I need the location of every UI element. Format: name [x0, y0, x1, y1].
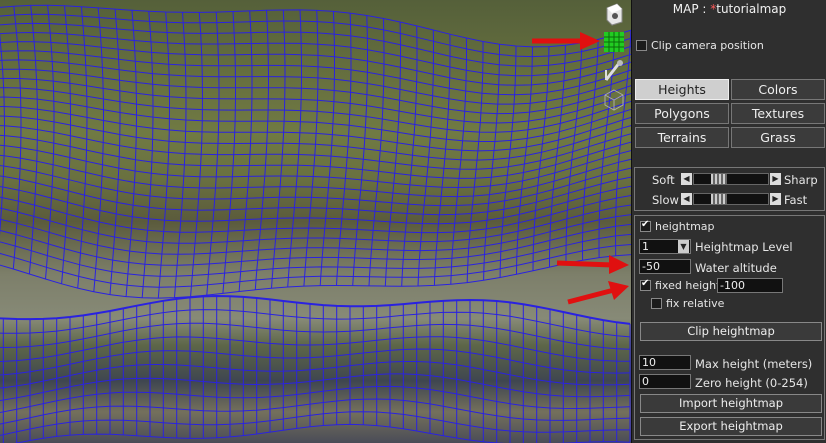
mesh-line — [450, 37, 467, 285]
mesh-line — [319, 11, 335, 286]
hardness-slider[interactable] — [693, 173, 769, 185]
fixed-height-checkbox[interactable] — [640, 278, 651, 291]
brush-icon[interactable] — [602, 58, 626, 82]
sharp-label: Sharp — [784, 173, 818, 187]
mesh-line — [352, 15, 368, 286]
mesh-line — [238, 10, 253, 292]
mode-button-textures[interactable]: Textures — [731, 103, 825, 124]
mesh-line — [174, 12, 187, 298]
speed-increase-button[interactable]: ▶ — [770, 193, 781, 205]
clip-camera-label: Clip camera position — [651, 39, 764, 52]
mesh-line — [384, 21, 401, 287]
fix-relative-label: fix relative — [666, 297, 725, 310]
mesh-line — [222, 11, 236, 294]
mesh-line — [0, 294, 631, 325]
mesh-line — [0, 77, 631, 124]
mesh-line — [14, 423, 631, 443]
chevron-down-icon[interactable]: ▼ — [678, 240, 689, 253]
mesh-line — [287, 9, 302, 288]
mesh-line — [516, 46, 533, 275]
cube-icon[interactable] — [602, 88, 626, 112]
heightmap-level-label: Heightmap Level — [695, 240, 793, 254]
fix-relative-checkbox[interactable] — [651, 298, 662, 309]
mesh-line — [417, 29, 434, 287]
map-name: tutorialmap — [716, 2, 787, 16]
mode-buttons: Heights Colors Polygons Textures Terrain… — [634, 76, 826, 150]
grid-icon[interactable] — [602, 30, 626, 54]
mesh-line — [0, 398, 631, 425]
mesh-line — [0, 175, 631, 216]
max-height-label: Max height (meters) — [695, 357, 813, 371]
clip-heightmap-button[interactable]: Clip heightmap — [640, 322, 822, 341]
mesh-line — [0, 87, 631, 133]
mesh-line — [0, 336, 631, 362]
water-altitude-label: Water altitude — [695, 261, 777, 275]
heightmap-level-select[interactable]: 1 ▼ — [639, 239, 691, 254]
speed-slider[interactable] — [693, 193, 769, 205]
slow-label: Slow — [652, 193, 679, 207]
mesh-line — [433, 34, 451, 286]
tool-strip — [598, 0, 631, 443]
annotation-arrow-grid — [532, 32, 600, 50]
mode-button-heights[interactable]: Heights — [635, 79, 729, 100]
mode-button-colors[interactable]: Colors — [731, 79, 825, 100]
hardness-decrease-button[interactable]: ◀ — [681, 173, 692, 185]
fix-relative-row[interactable]: fix relative — [651, 297, 724, 310]
mesh-line — [141, 11, 154, 298]
mesh-line — [93, 7, 104, 292]
export-heightmap-button[interactable]: Export heightmap — [640, 417, 822, 436]
camera-icon[interactable] — [602, 2, 626, 26]
mesh-line — [254, 10, 269, 290]
mode-button-polygons[interactable]: Polygons — [635, 103, 729, 124]
max-height-input[interactable]: 10 — [639, 355, 691, 370]
speed-slider-thumb[interactable] — [711, 194, 728, 204]
mesh-line — [271, 9, 286, 289]
mesh-line — [0, 154, 631, 198]
mesh-line — [303, 10, 319, 287]
fixed-height-label: fixed height — [655, 279, 721, 292]
wireframe-mesh — [0, 4, 631, 443]
fast-label: Fast — [784, 193, 808, 207]
heightmap-settings: heightmap 1 ▼ Heightmap Level -50 Water … — [634, 215, 825, 440]
terrain-viewport[interactable] — [0, 0, 631, 443]
title-prefix: MAP : — [672, 2, 711, 16]
mesh-line — [109, 9, 121, 295]
map-editor-panel: MAP : *tutorialmap Clip camera position … — [631, 0, 826, 443]
zero-height-label: Zero height (0-254) — [695, 376, 808, 390]
hardness-slider-thumb[interactable] — [711, 174, 728, 184]
heightmap-level-value: 1 — [642, 240, 649, 253]
mode-button-grass[interactable]: Grass — [731, 127, 825, 148]
mesh-line — [157, 11, 170, 299]
clip-camera-row[interactable]: Clip camera position — [636, 39, 764, 52]
brush-settings: Soft ◀ ▶ Sharp Slow ◀ ▶ Fast — [634, 167, 825, 211]
hardness-increase-button[interactable]: ▶ — [770, 173, 781, 185]
mesh-line — [0, 50, 631, 96]
water-altitude-input[interactable]: -50 — [639, 259, 691, 274]
panel-title: MAP : *tutorialmap — [632, 0, 826, 20]
mesh-line — [401, 25, 418, 287]
mesh-line — [0, 373, 631, 401]
mesh-line — [0, 68, 631, 115]
mesh-line — [582, 39, 599, 261]
mesh-line — [368, 18, 385, 286]
soft-label: Soft — [652, 173, 675, 187]
heightmap-checkbox[interactable] — [640, 219, 651, 232]
heightmap-row[interactable]: heightmap — [640, 219, 715, 233]
mode-button-terrains[interactable]: Terrains — [635, 127, 729, 148]
fixed-height-input[interactable]: -100 — [717, 278, 783, 293]
mesh-line — [125, 10, 137, 297]
mesh-line — [0, 385, 631, 413]
heightmap-label: heightmap — [655, 220, 715, 233]
clip-camera-checkbox[interactable] — [636, 40, 647, 51]
import-heightmap-button[interactable]: Import heightmap — [640, 394, 822, 413]
mesh-line — [336, 13, 352, 286]
mesh-line — [0, 348, 631, 376]
fixed-height-row[interactable]: fixed height — [640, 278, 721, 292]
zero-height-input[interactable]: 0 — [639, 374, 691, 389]
mesh-line — [77, 6, 88, 289]
speed-decrease-button[interactable]: ◀ — [681, 193, 692, 205]
